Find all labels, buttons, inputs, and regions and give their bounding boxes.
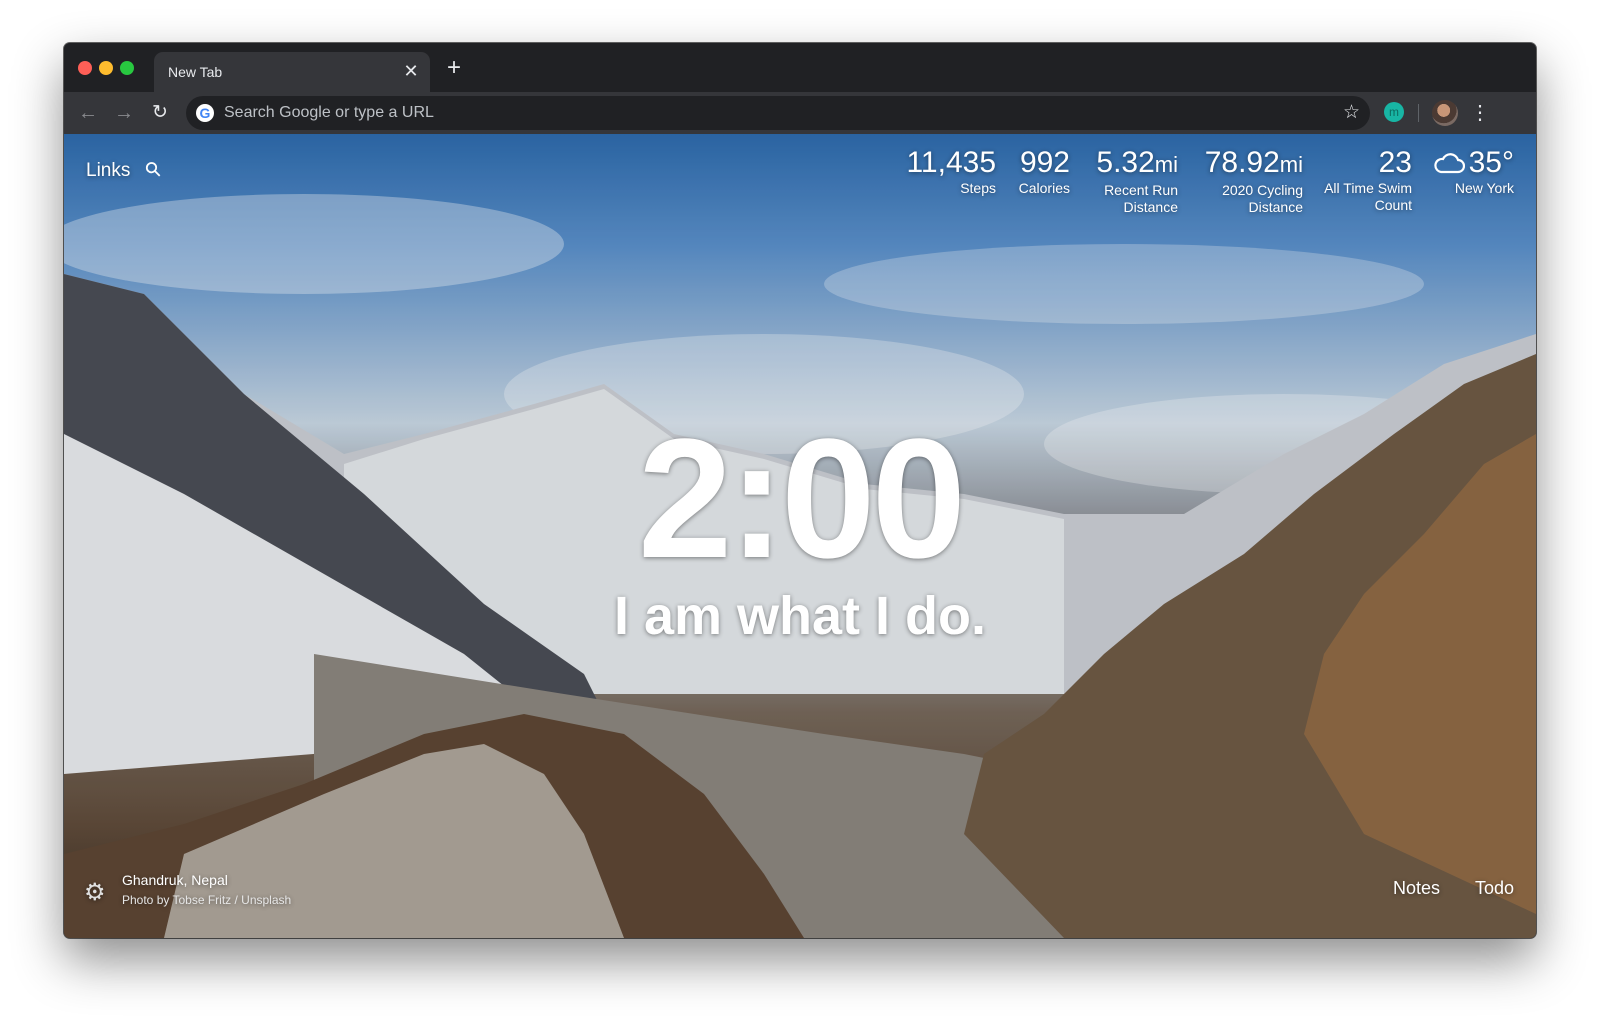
weather-location: New York xyxy=(1454,180,1514,196)
reload-icon[interactable]: ↻ xyxy=(148,101,172,125)
metric-calories[interactable]: 992 Calories xyxy=(1019,146,1070,197)
metric-recent-run-distance[interactable]: 5.32mi Recent Run Distance xyxy=(1096,146,1178,216)
zoom-window-button[interactable] xyxy=(120,61,134,75)
photo-credit[interactable]: Photo by Tobse Fritz / Unsplash xyxy=(122,893,291,907)
metric-label: Calories xyxy=(1018,180,1070,196)
address-bar-placeholder: Search Google or type a URL xyxy=(224,104,434,121)
clock[interactable]: 2:00 xyxy=(64,414,1536,584)
cloud-icon xyxy=(1434,153,1465,174)
tab-new-tab[interactable]: New Tab ✕ xyxy=(154,52,430,92)
metric-value: 78.92 xyxy=(1204,146,1280,179)
extension-icon[interactable]: m xyxy=(1384,102,1404,122)
metric-value: 992 xyxy=(1019,146,1070,179)
metric-value: 5.32 xyxy=(1096,146,1155,179)
weather-temperature: 35° xyxy=(1468,146,1514,179)
metric-label: Steps xyxy=(960,180,996,196)
metric-label: Recent Run xyxy=(1104,182,1178,198)
metric-label: 2020 Cycling xyxy=(1222,182,1303,198)
google-logo-icon: G xyxy=(196,104,214,122)
metric-value: 11,435 xyxy=(906,146,996,179)
metric-unit: mi xyxy=(1279,152,1303,177)
profile-avatar[interactable] xyxy=(1432,100,1458,126)
notes-button[interactable]: Notes xyxy=(1393,878,1440,899)
forward-arrow-icon[interactable]: → xyxy=(112,101,136,125)
mantra: I am what I do. xyxy=(613,586,987,646)
metric-label: All Time Swim xyxy=(1324,180,1412,196)
links-button[interactable]: Links xyxy=(86,160,130,182)
tab-title: New Tab xyxy=(168,64,223,80)
toolbar: ← → ↻ G Search Google or type a URL ☆ m … xyxy=(64,92,1536,134)
todo-button[interactable]: Todo xyxy=(1475,878,1514,899)
metric-swim-count[interactable]: 23 All Time Swim Count xyxy=(1324,146,1412,214)
minimize-window-button[interactable] xyxy=(99,61,113,75)
metric-label-line2: Distance xyxy=(1123,199,1178,215)
metric-cycling-distance[interactable]: 78.92mi 2020 Cycling Distance xyxy=(1205,146,1303,216)
gear-icon[interactable]: ⚙ xyxy=(84,878,106,907)
close-window-button[interactable] xyxy=(78,61,92,75)
metric-unit: mi xyxy=(1154,152,1178,177)
toolbar-divider xyxy=(1418,104,1419,122)
bookmark-star-icon[interactable]: ☆ xyxy=(1343,101,1360,124)
three-dots-menu-icon[interactable]: ⋮ xyxy=(1470,101,1490,125)
address-bar[interactable]: G Search Google or type a URL ☆ xyxy=(186,96,1370,130)
metric-label-line2: Count xyxy=(1374,197,1412,213)
browser-window: New Tab ✕ + ← → ↻ G Search Google or typ… xyxy=(64,43,1536,938)
momentum-dashboard: Links ⚲ 11,435 Steps 992 Calories 5.32mi… xyxy=(64,134,1536,938)
back-arrow-icon[interactable]: ← xyxy=(76,101,100,125)
close-tab-icon[interactable]: ✕ xyxy=(400,60,422,82)
metric-steps[interactable]: 11,435 Steps xyxy=(906,146,996,197)
metric-value: 23 xyxy=(1378,146,1412,179)
metric-label-line2: Distance xyxy=(1248,199,1303,215)
weather-widget[interactable]: 35° New York xyxy=(1433,146,1514,197)
photo-location[interactable]: Ghandruk, Nepal xyxy=(122,872,228,888)
title-bar: New Tab ✕ + xyxy=(64,43,1536,92)
new-tab-button[interactable]: + xyxy=(442,56,466,81)
